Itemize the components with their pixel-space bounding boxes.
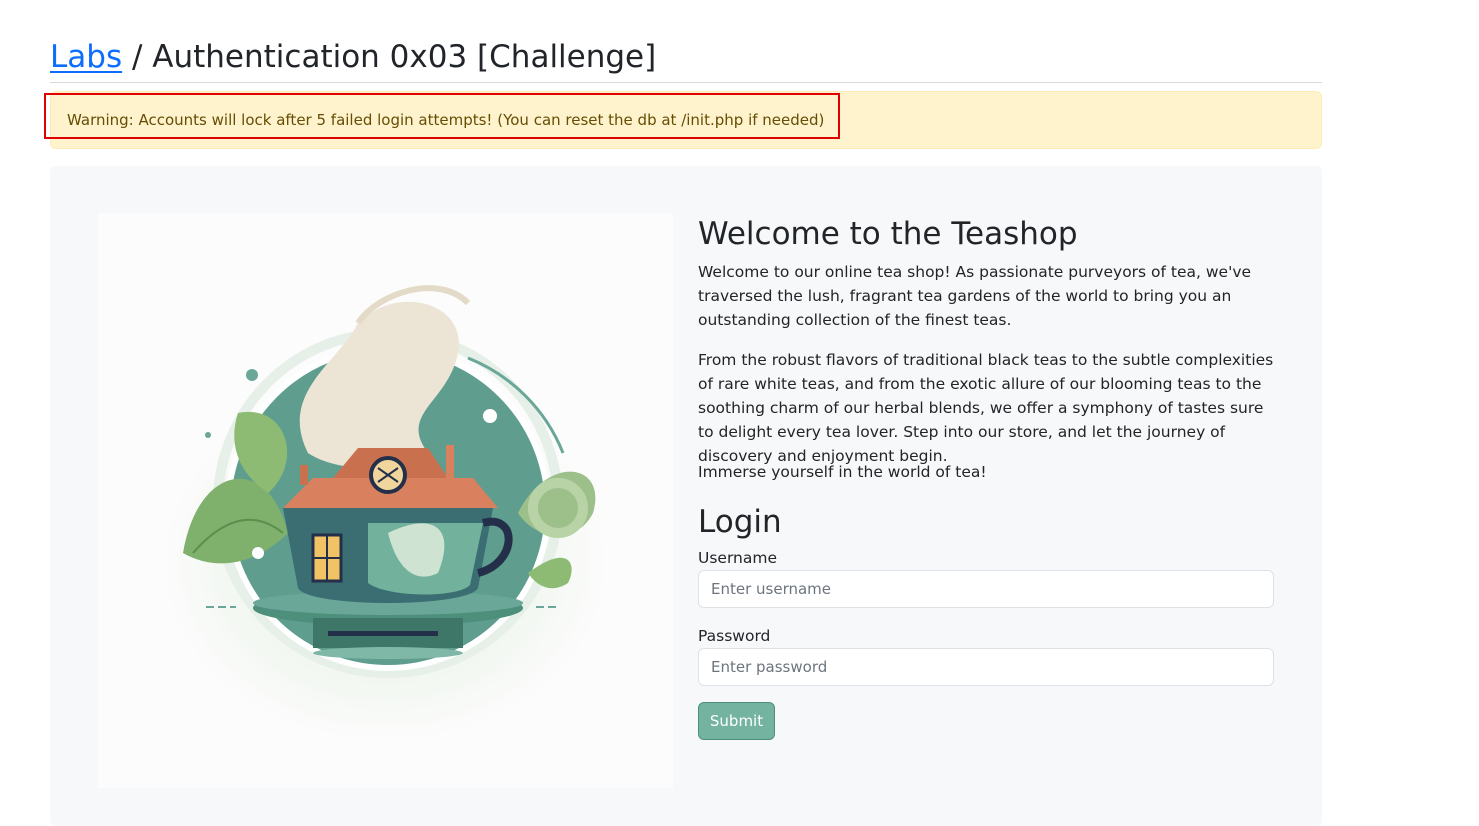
teacup-house-icon <box>135 285 635 743</box>
alert-highlight-box <box>44 93 840 139</box>
username-input[interactable] <box>698 570 1274 608</box>
intro-paragraph-2: From the robust flavors of traditional b… <box>698 351 1274 465</box>
login-title: Login <box>698 504 782 540</box>
page-title: Authentication 0x03 [Challenge] <box>152 39 657 75</box>
intro-paragraph-3: Immerse yourself in the world of tea! <box>698 463 987 481</box>
intro-paragraph-1: Welcome to our online tea shop! As passi… <box>698 263 1252 329</box>
password-label: Password <box>698 627 771 645</box>
heading-divider <box>50 82 1322 83</box>
teacup-house-illustration <box>98 213 673 788</box>
username-label: Username <box>698 549 778 567</box>
submit-button[interactable]: Submit <box>698 702 775 740</box>
page-heading: Labs / Authentication 0x03 [Challenge] <box>50 36 656 78</box>
welcome-title: Welcome to the Teashop <box>698 216 1078 252</box>
labs-link[interactable]: Labs <box>50 39 122 75</box>
breadcrumb-separator: / <box>122 39 153 75</box>
password-input[interactable] <box>698 648 1274 686</box>
